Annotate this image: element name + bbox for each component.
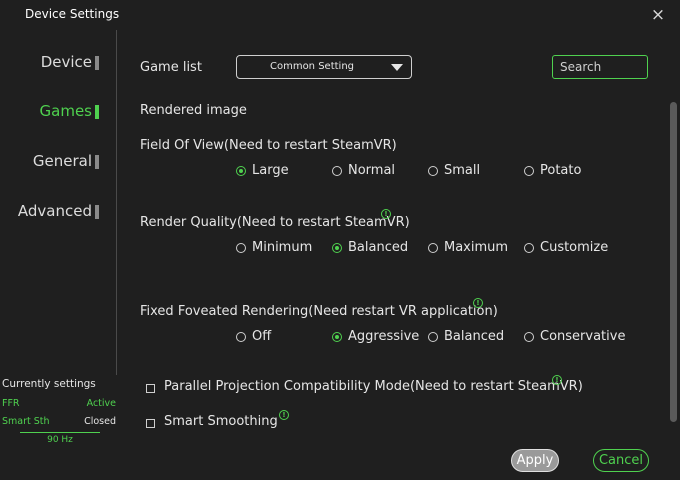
radio-icon — [332, 166, 342, 176]
info-icon[interactable]: ! — [279, 410, 289, 420]
smart-smoothing-label: Smart Smoothing — [164, 414, 278, 429]
radio-icon — [236, 166, 246, 176]
refresh-rate-value: 90 Hz — [47, 435, 73, 445]
apply-button[interactable]: Apply — [511, 449, 559, 472]
cancel-button[interactable]: Cancel — [593, 449, 649, 472]
info-icon[interactable]: ! — [381, 209, 391, 219]
radio-icon — [332, 332, 342, 342]
radio-label: Potato — [540, 163, 582, 178]
radio-label: Balanced — [444, 329, 505, 344]
setting-key: FFR — [2, 398, 20, 409]
setting-value: Active — [86, 398, 116, 409]
setting-value: Closed — [84, 416, 116, 427]
main-panel: Game list Common Setting Rendered image … — [117, 30, 680, 480]
radio-label: Large — [252, 163, 289, 178]
sidebar-item-device[interactable]: Device — [40, 53, 99, 71]
radio-icon — [428, 243, 438, 253]
sidebar-item-general[interactable]: General — [32, 152, 99, 170]
sidebar-item-marker — [95, 105, 99, 119]
dropdown-value: Common Setting — [269, 61, 355, 72]
title-bar: Device Settings × — [0, 0, 680, 30]
info-icon[interactable]: ! — [473, 298, 483, 308]
radio-label: Minimum — [252, 240, 313, 255]
smart-smoothing-checkbox[interactable] — [146, 419, 155, 428]
radio-icon — [332, 243, 342, 253]
radio-icon — [524, 166, 534, 176]
fov-label: Field Of View(Need to restart SteamVR) — [140, 138, 397, 153]
parallel-projection-checkbox[interactable] — [146, 384, 155, 393]
section-title-rendered-image: Rendered image — [140, 103, 247, 118]
sidebar-item-label: Device — [40, 53, 92, 71]
radio-icon — [428, 332, 438, 342]
radio-label: Normal — [348, 163, 396, 178]
refresh-rate-divider — [20, 432, 100, 433]
render-quality-label: Render Quality(Need to restart SteamVR) — [140, 215, 410, 230]
ffr-label: Fixed Foveated Rendering(Need restart VR… — [140, 304, 498, 319]
radio-label: Conservative — [540, 329, 626, 344]
sidebar-item-label: General — [32, 152, 92, 170]
sidebar-item-advanced[interactable]: Advanced — [17, 202, 99, 220]
search-input[interactable] — [552, 55, 648, 79]
radio-label: Customize — [540, 240, 609, 255]
sidebar-item-marker — [95, 56, 99, 70]
sidebar-item-marker — [95, 155, 99, 169]
sidebar-item-games[interactable]: Games — [39, 102, 99, 120]
sidebar-item-label: Advanced — [17, 202, 92, 220]
game-list-dropdown[interactable]: Common Setting — [236, 55, 412, 79]
current-settings-panel: Currently settings FFR Active Smart Sth … — [0, 375, 120, 450]
chevron-down-icon — [391, 64, 403, 71]
radio-label: Off — [252, 329, 272, 344]
sidebar-item-marker — [95, 205, 99, 219]
game-list-label: Game list — [140, 60, 202, 75]
window-title: Device Settings — [25, 7, 120, 21]
radio-icon — [524, 243, 534, 253]
setting-key: Smart Sth — [2, 416, 50, 427]
close-icon[interactable]: × — [648, 5, 668, 25]
info-icon[interactable]: ! — [552, 375, 562, 385]
radio-icon — [428, 166, 438, 176]
radio-label: Balanced — [348, 240, 409, 255]
sidebar-item-label: Games — [39, 102, 92, 120]
radio-label: Small — [444, 163, 481, 178]
radio-icon — [524, 332, 534, 342]
radio-label: Aggressive — [348, 329, 420, 344]
radio-icon — [236, 243, 246, 253]
current-settings-title: Currently settings — [2, 378, 96, 390]
radio-icon — [236, 332, 246, 342]
radio-label: Maximum — [444, 240, 509, 255]
scrollbar-thumb[interactable] — [670, 102, 677, 422]
parallel-projection-label: Parallel Projection Compatibility Mode(N… — [164, 379, 583, 394]
